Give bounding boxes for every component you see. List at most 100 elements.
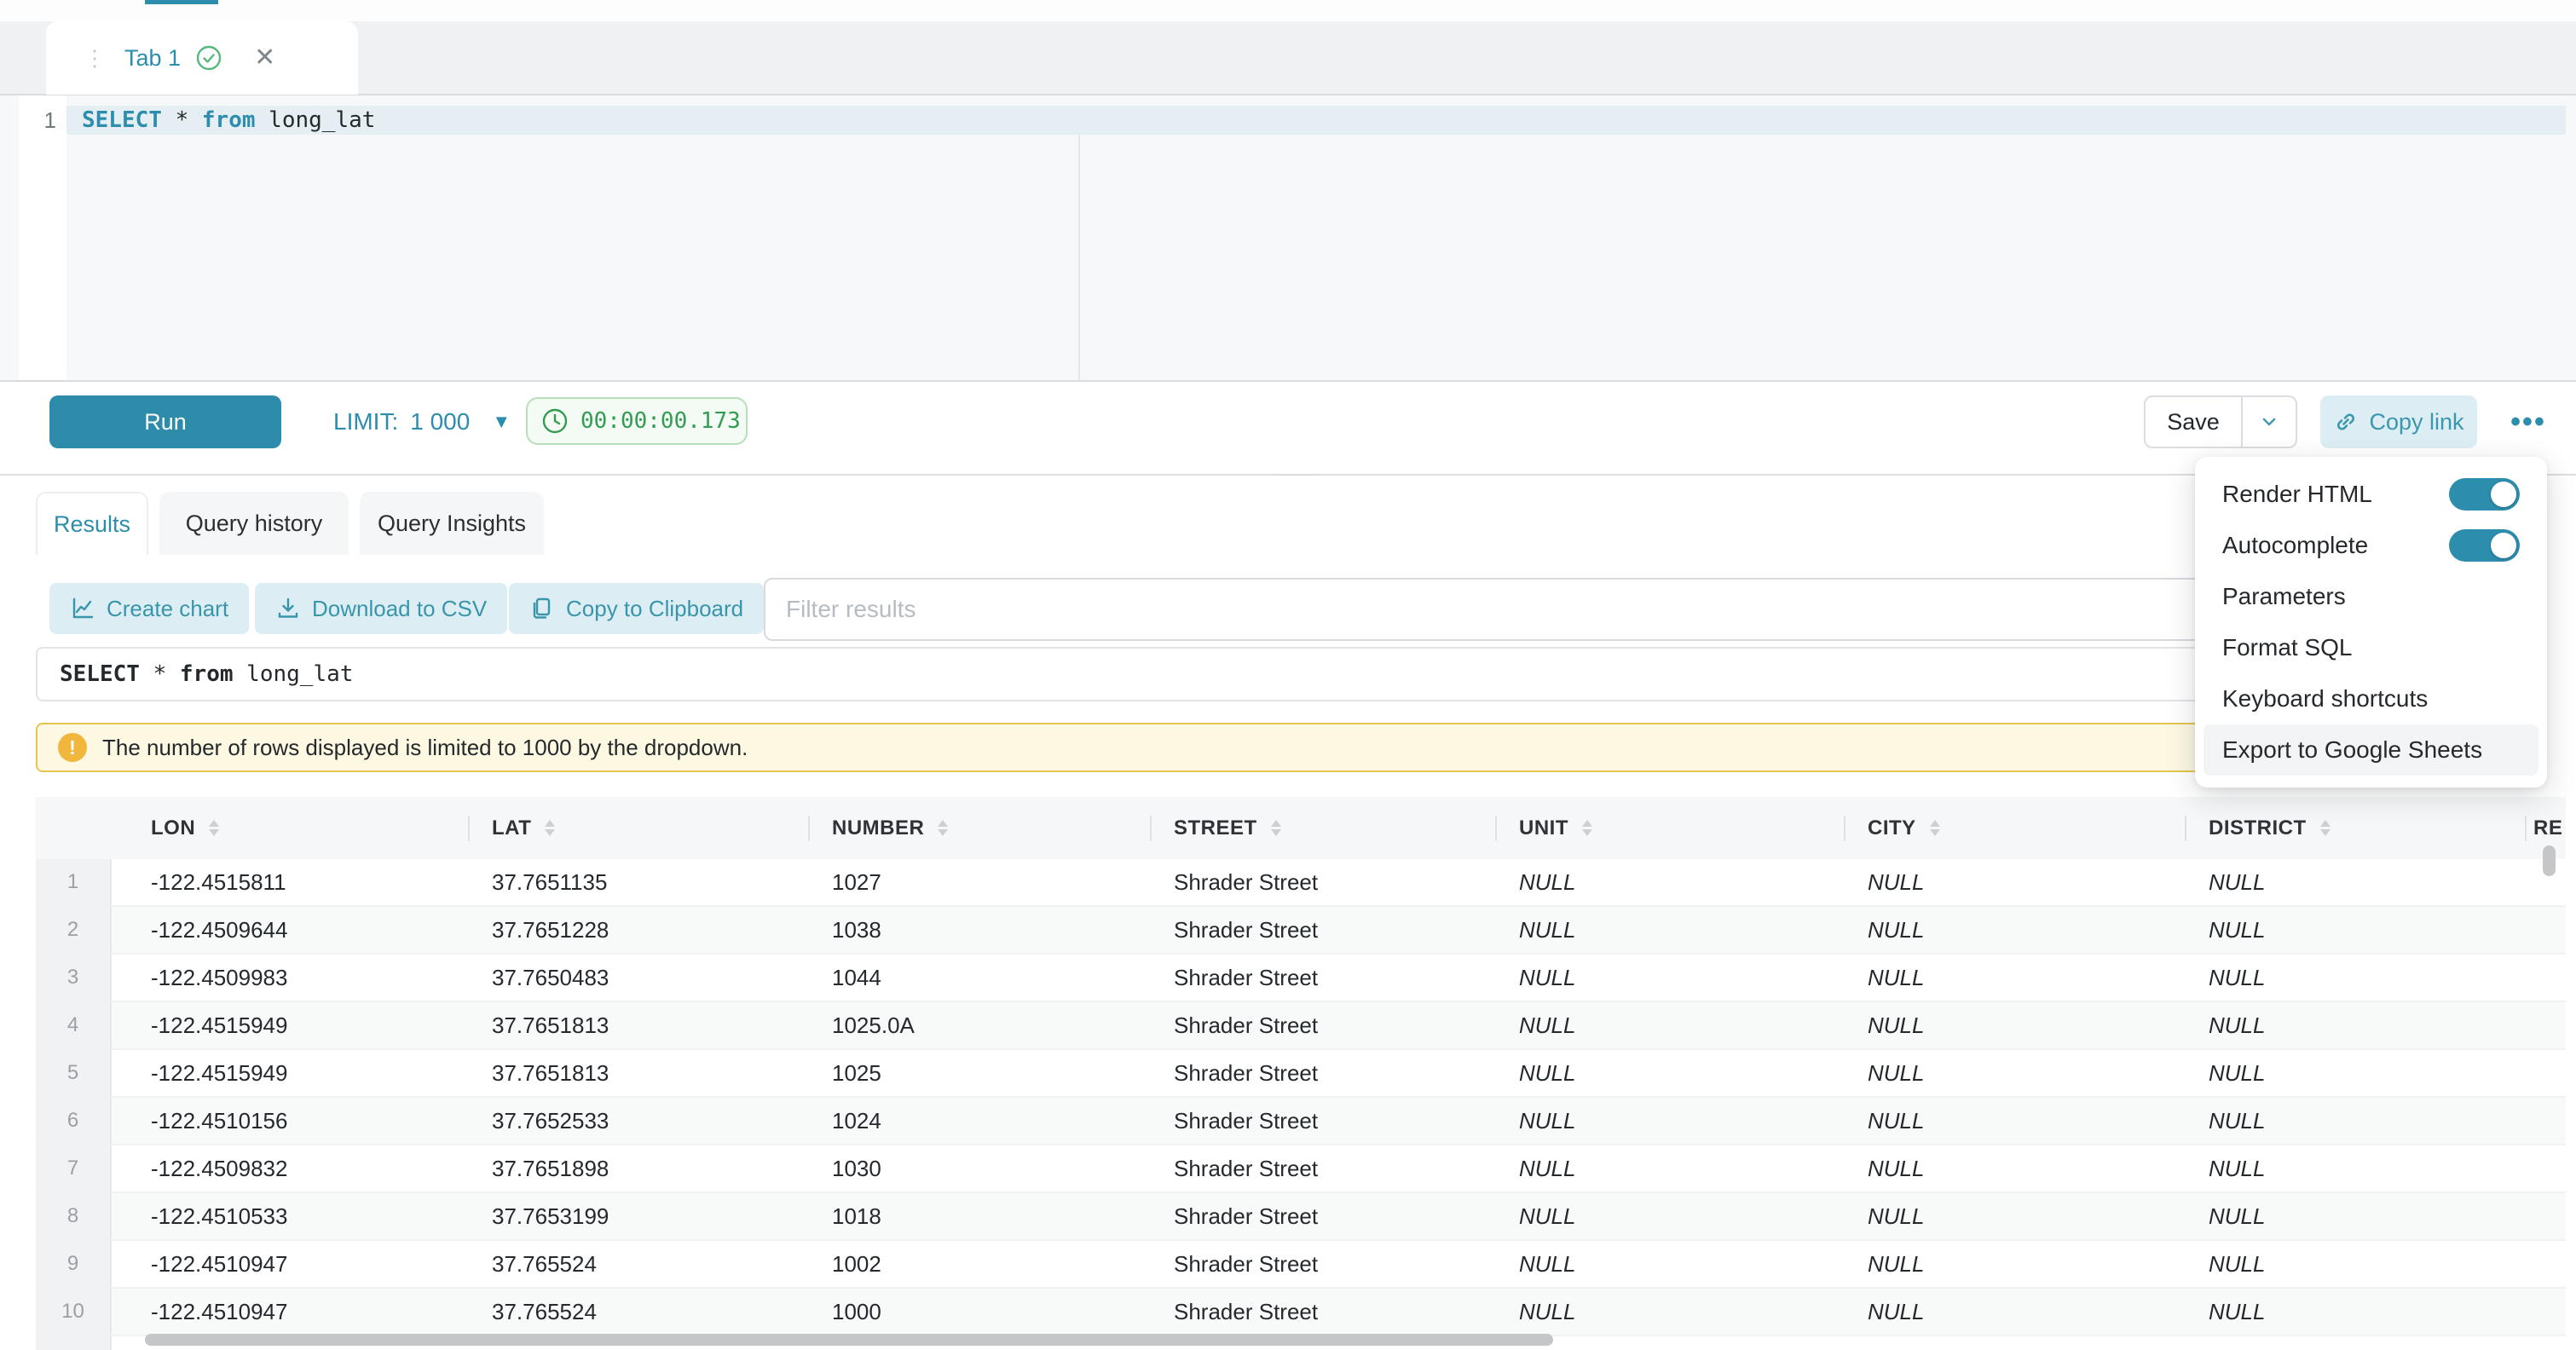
table-cell [2525,1002,2566,1048]
column-header-unit[interactable]: UNIT [1495,797,1844,859]
run-button[interactable]: Run [49,395,281,448]
table-cell: NULL [1495,1098,1844,1144]
table-cell [2525,907,2566,953]
table-cell: 1044 [808,955,1150,1001]
sort-arrows-icon [938,820,948,836]
limit-dropdown[interactable]: LIMIT: 1 000 ▼ [333,397,511,447]
sql-keyword: SELECT [82,107,162,133]
table-cell: Shrader Street [1150,1098,1495,1144]
table-cell: Shrader Street [1150,907,1495,953]
editor-active-line [66,106,2566,135]
save-split-button: Save [2144,395,2297,448]
row-number-cell: 5 [36,1050,112,1096]
table-row[interactable]: 4-122.451594937.76518131025.0AShrader St… [36,1002,2566,1050]
table-cell [2525,1050,2566,1096]
column-header-label: RE [2533,816,2562,840]
sql-editor[interactable] [0,94,2576,382]
table-cell: Shrader Street [1150,1241,1495,1287]
top-strip [0,0,2576,21]
table-cell: NULL [1495,1289,1844,1335]
column-header-number[interactable]: NUMBER [808,797,1150,859]
column-header-city[interactable]: CITY [1844,797,2185,859]
table-row[interactable]: 1-122.451581137.76511351027Shrader Stree… [36,859,2566,907]
sql-table-name: long_lat [269,107,375,133]
toggle-switch[interactable] [2449,529,2520,562]
table-cell: Shrader Street [1150,955,1495,1001]
save-button[interactable]: Save [2146,397,2241,447]
column-header-label: CITY [1868,816,1916,840]
download-csv-button[interactable]: Download to CSV [255,583,507,634]
table-cell [2525,1289,2566,1335]
table-cell [2525,1336,2566,1350]
table-cell: NULL [2185,907,2525,953]
download-icon [275,596,301,621]
chevron-down-icon [2259,412,2279,432]
table-cell: 1025.0A [808,1002,1150,1048]
menu-item-format-sql[interactable]: Format SQL [2203,622,2538,673]
sql-operator: * [176,107,189,133]
table-cell: Shrader Street [1150,1145,1495,1191]
table-cell: 37.7651813 [468,1002,808,1048]
tab-query-insights[interactable]: Query Insights [360,492,544,555]
table-row[interactable]: 7-122.450983237.76518981030Shrader Stree… [36,1145,2566,1193]
table-cell: 37.765524 [468,1289,808,1335]
table-row[interactable]: 10-122.451094737.7655241000Shrader Stree… [36,1289,2566,1336]
table-header-row: LONLAT NUMBER STREETUNIT CITY DISTRICT RE [36,797,2566,859]
tab-query-1[interactable]: ⋮ Tab 1 ✕ [46,21,358,95]
table-row[interactable]: 8-122.451053337.76531991018Shrader Stree… [36,1193,2566,1241]
column-header-label: NUMBER [832,816,924,840]
table-row[interactable]: 6-122.451015637.76525331024Shrader Stree… [36,1098,2566,1145]
chevron-down-icon: ▼ [492,411,511,433]
table-cell [2525,1098,2566,1144]
menu-item-parameters[interactable]: Parameters [2203,571,2538,622]
link-icon [2333,409,2359,435]
table-row[interactable]: 9-122.451094737.7655241002Shrader Street… [36,1241,2566,1289]
table-row[interactable]: 2-122.450964437.76512281038Shrader Stree… [36,907,2566,955]
row-number-cell: 8 [36,1193,112,1239]
table-cell: 1038 [808,907,1150,953]
sort-arrows-icon [209,820,219,836]
menu-item-label: Parameters [2222,583,2346,610]
column-header-district[interactable]: DISTRICT [2185,797,2525,859]
menu-item-render-html[interactable]: Render HTML [2203,469,2538,520]
tab-label[interactable]: Tab 1 [124,45,181,72]
sql-code-line[interactable]: SELECT * from long_lat [82,106,375,135]
column-header-street[interactable]: STREET [1150,797,1495,859]
table-body: 1-122.451581137.76511351027Shrader Stree… [36,859,2566,1350]
sql-table-name: long_lat [246,661,353,687]
row-number-cell: 9 [36,1241,112,1287]
vertical-scrollbar[interactable] [2543,845,2556,876]
create-chart-button[interactable]: Create chart [49,583,249,634]
table-cell: 37.7652533 [468,1098,808,1144]
save-options-button[interactable] [2241,397,2296,447]
table-cell: NULL [2185,859,2525,905]
close-icon[interactable]: ✕ [254,45,275,71]
table-cell: -122.4510947 [112,1241,468,1287]
tab-results[interactable]: Results [36,492,148,555]
column-header-lat[interactable]: LAT [468,797,808,859]
table-cell: NULL [1844,1050,2185,1096]
menu-item-export-to-google-sheets[interactable]: Export to Google Sheets [2203,724,2538,776]
table-cell: 1000 [808,1289,1150,1335]
table-cell: NULL [1495,1241,1844,1287]
copy-link-label: Copy link [2369,409,2463,436]
table-cell: NULL [1844,1193,2185,1239]
table-cell: -122.4510156 [112,1098,468,1144]
column-header-lon[interactable]: LON [112,797,468,859]
copy-link-button[interactable]: Copy link [2320,395,2477,448]
tab-query-history[interactable]: Query history [159,492,349,555]
table-cell: NULL [1495,1145,1844,1191]
toggle-switch[interactable] [2449,478,2520,511]
horizontal-scrollbar[interactable] [145,1334,1553,1346]
copy-clipboard-button[interactable]: Copy to Clipboard [509,583,764,634]
menu-item-autocomplete[interactable]: Autocomplete [2203,520,2538,571]
editor-gutter [19,95,66,380]
table-cell: 37.7651135 [468,859,808,905]
table-row[interactable]: 3-122.450998337.76504831044Shrader Stree… [36,955,2566,1002]
table-cell: 1018 [808,1193,1150,1239]
drag-handle-icon[interactable]: ⋮ [84,47,106,69]
tab-bar [0,21,2576,94]
table-row[interactable]: 5-122.451594937.76518131025Shrader Stree… [36,1050,2566,1098]
more-options-button[interactable]: ••• [2506,401,2550,443]
menu-item-keyboard-shortcuts[interactable]: Keyboard shortcuts [2203,673,2538,724]
